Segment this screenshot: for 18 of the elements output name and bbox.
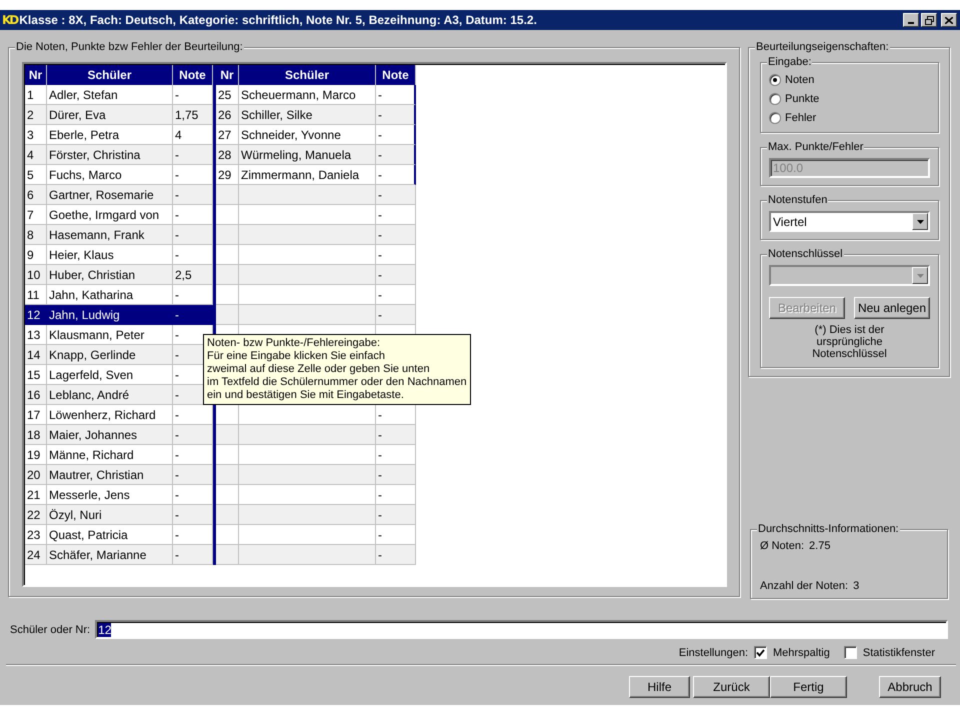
app-logo: KD (2, 13, 18, 27)
group-legend: Beurteilungseigenschaften: (755, 41, 890, 54)
radio-label: Noten (785, 74, 814, 86)
field-label: Schüler oder Nr: (10, 624, 90, 636)
window-title: Klasse : 8X, Fach: Deutsch, Kategorie: schriftlich, Note Nr. 5, Bezeihnung: A3, Datum: 15.2. (19, 13, 538, 27)
hint-text: (*) Dies ist der ursprüngliche Notenschlüssel (811, 324, 888, 360)
stat-label: Ø Noten: (760, 540, 804, 552)
group-legend: Eingabe: (767, 56, 812, 69)
radio-label: Punkte (785, 93, 820, 105)
stat-value: 2.75 (809, 540, 830, 552)
checkbox-label: Statistikfenster (862, 646, 935, 658)
group-legend: Die Noten, Punkte bzw Fehler der Beurteilung: (15, 41, 244, 54)
checkbox-label: Mehrspaltig (773, 646, 830, 658)
stat-label: Anzahl der Noten: (760, 580, 848, 592)
stat-value: 3 (853, 580, 860, 592)
settings-label: Einstellungen: (678, 646, 748, 658)
tooltip: Noten- bzw Punkte-/Fehlereingabe: Für eine Eingabe klicken Sie einfach zweimal auf diese Zelle oder geben Sie unten im Textfeld die Schülernummer oder den Nachnamen ein und bestätigen Sie mit Eingabetaste. (203, 334, 471, 405)
radio-label: Fehler (785, 112, 816, 124)
